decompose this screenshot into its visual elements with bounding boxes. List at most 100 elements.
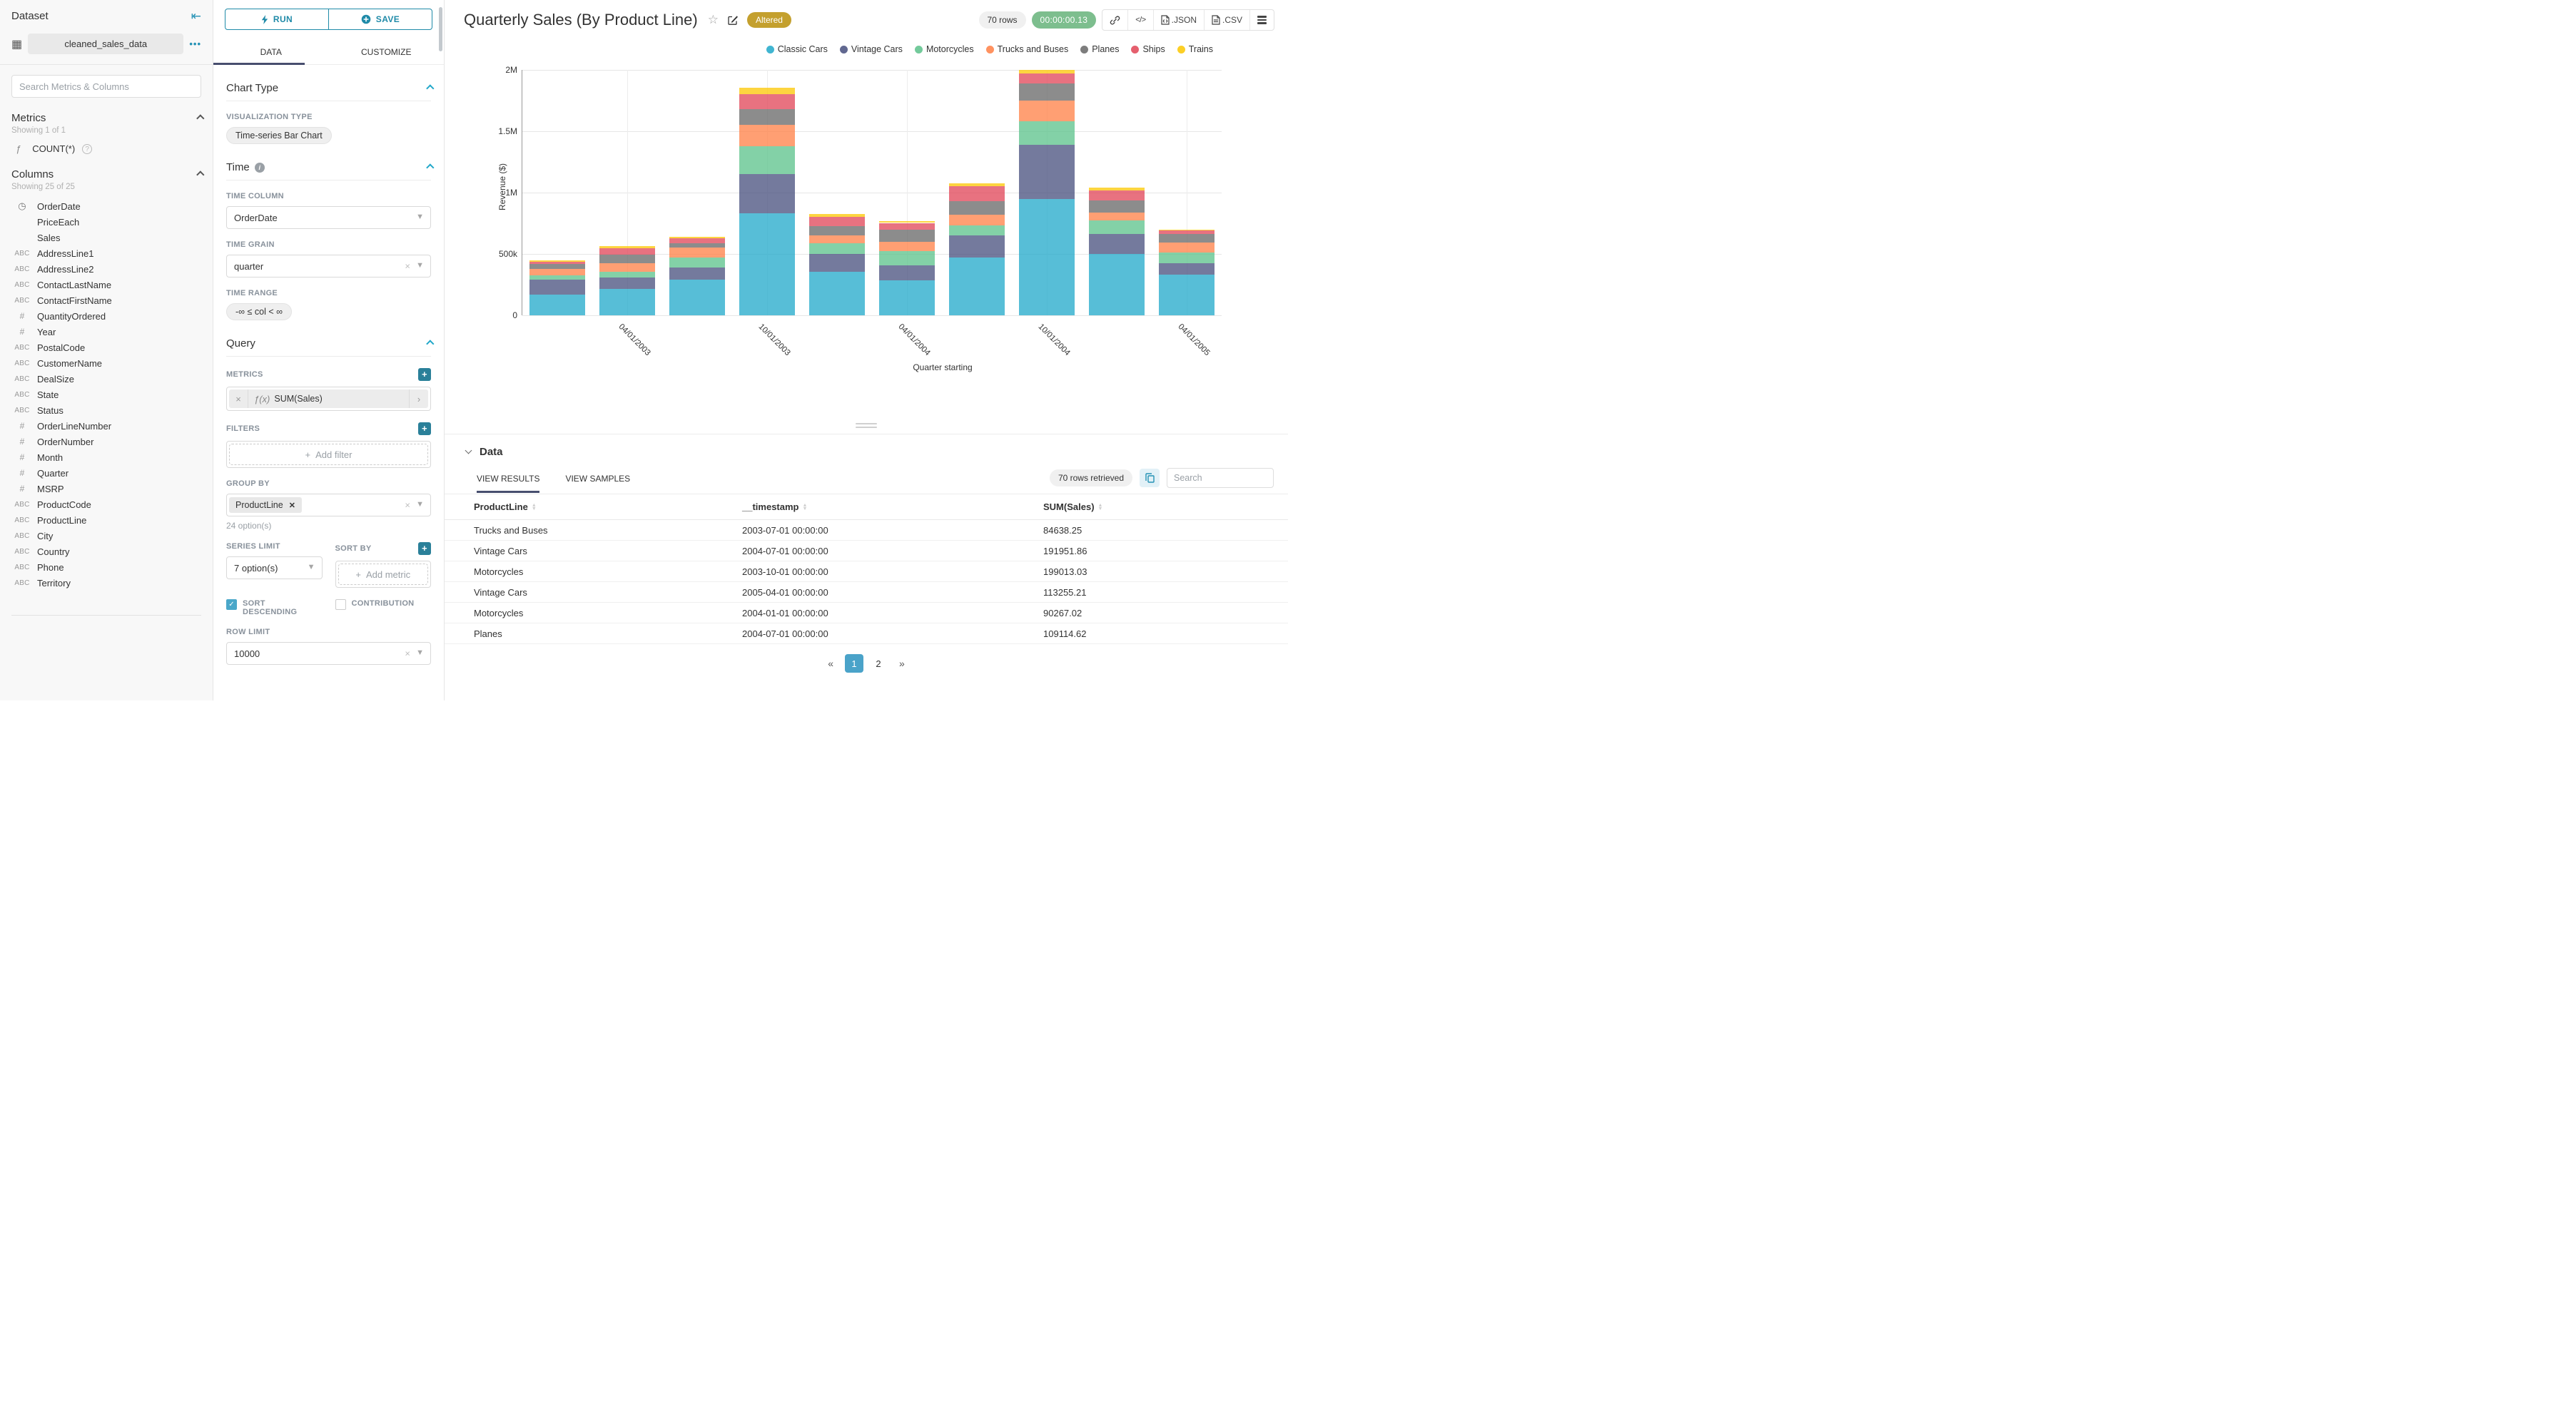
tab-view-results[interactable]: VIEW RESULTS [477,469,540,493]
copy-data-button[interactable] [1140,469,1160,487]
checkbox-checked-icon[interactable]: ✓ [226,599,237,610]
metric-pill[interactable]: × ƒ(x) SUM(Sales) › [229,389,428,408]
bar-segment[interactable] [949,235,1005,258]
add-sort-metric-dropzone[interactable]: + Add metric [338,564,428,585]
legend-item[interactable]: Classic Cars [766,44,828,54]
tab-view-samples[interactable]: VIEW SAMPLES [565,469,630,492]
pagination-page[interactable]: 1 [845,654,863,673]
bar-segment[interactable] [529,294,585,315]
tab-data[interactable]: DATA [213,41,329,65]
bar-segment[interactable] [809,254,865,272]
legend-item[interactable]: Trucks and Buses [985,44,1068,54]
collapse-panel-icon[interactable]: ⇤ [191,10,201,22]
column-item[interactable]: ◷ OrderDate [11,198,201,214]
copy-link-button[interactable] [1102,10,1127,30]
column-item[interactable]: PriceEach [11,214,201,230]
bar-segment[interactable] [1019,144,1075,200]
table-column-header[interactable]: ProductLine ▲ ▼ [474,501,742,512]
run-button[interactable]: RUN [225,9,328,29]
column-item[interactable]: # OrderLineNumber [11,418,201,434]
bar-segment[interactable] [949,258,1005,315]
bar-segment[interactable] [1089,190,1145,201]
pagination-page[interactable]: 2 [869,654,888,673]
clear-icon[interactable]: × [405,261,410,272]
clear-icon[interactable]: × [405,648,410,659]
bar-segment[interactable] [1089,200,1145,213]
column-item[interactable]: ABC State [11,387,201,402]
save-button[interactable]: SAVE [328,9,432,29]
column-item[interactable]: # Quarter [11,465,201,481]
remove-tag-icon[interactable]: ✕ [289,501,295,510]
panel-resize-handle[interactable] [856,421,877,430]
bar-segment[interactable] [1159,253,1215,263]
collapse-data-icon[interactable] [465,447,472,454]
time-column-select[interactable]: OrderDate ▼ [226,206,431,229]
bar-segment[interactable] [1089,254,1145,315]
bar-segment[interactable] [1089,212,1145,220]
bar-segment[interactable] [739,146,795,175]
tab-customize[interactable]: CUSTOMIZE [329,41,445,64]
bar-segment[interactable] [739,94,795,110]
search-metrics-columns-input[interactable] [11,75,201,98]
column-item[interactable]: # QuantityOrdered [11,308,201,324]
bar-segment[interactable] [599,272,655,277]
bar-segment[interactable] [879,242,935,251]
more-menu-button[interactable] [1249,10,1274,30]
chevron-right-icon[interactable]: › [410,394,428,404]
metric-item-count[interactable]: ƒ COUNT(*) ? [11,143,201,154]
column-item[interactable]: # MSRP [11,481,201,496]
bar-segment[interactable] [1089,233,1145,254]
column-item[interactable]: ABC PostalCode [11,340,201,355]
chevron-up-icon[interactable] [426,339,435,348]
column-item[interactable]: ABC Country [11,544,201,559]
row-limit-select[interactable]: 10000 × ▼ [226,642,431,665]
chevron-up-icon[interactable] [196,113,205,123]
bar-segment[interactable] [599,246,655,248]
legend-item[interactable]: Ships [1131,44,1165,54]
bar-segment[interactable] [1019,83,1075,101]
data-search-input[interactable] [1167,468,1274,488]
bar-segment[interactable] [879,220,935,223]
column-item[interactable]: ABC Status [11,402,201,418]
bar-segment[interactable] [1019,70,1075,74]
chevron-up-icon[interactable] [426,83,435,93]
legend-item[interactable]: Motorcycles [914,44,974,54]
column-item[interactable]: ABC City [11,528,201,544]
group-by-tag[interactable]: ProductLine ✕ [229,497,302,513]
export-json-button[interactable]: .JSON [1152,10,1204,30]
bar-segment[interactable] [1019,199,1075,315]
visualization-type-value[interactable]: Time-series Bar Chart [226,127,332,144]
bar-segment[interactable] [669,258,725,268]
bar-segment[interactable] [739,87,795,95]
bar-segment[interactable] [739,109,795,126]
bar-segment[interactable] [1089,188,1145,190]
bar-segment[interactable] [1019,121,1075,145]
clear-icon[interactable]: × [405,500,410,511]
bar-segment[interactable] [1159,230,1215,234]
bar-segment[interactable] [1019,73,1075,83]
bar-segment[interactable] [529,280,585,295]
bar-segment[interactable] [1159,233,1215,243]
bar-segment[interactable] [739,213,795,315]
bar-segment[interactable] [949,214,1005,226]
bar-segment[interactable] [809,243,865,254]
add-metric-button[interactable]: + [418,368,431,381]
legend-item[interactable]: Vintage Cars [839,44,903,54]
table-column-header[interactable]: SUM(Sales) ▲ ▼ [1043,501,1288,512]
bar-segment[interactable] [529,261,585,265]
add-filter-dropzone[interactable]: + Add filter [229,444,428,465]
bar-segment[interactable] [669,280,725,315]
bar-segment[interactable] [669,238,725,244]
bar-segment[interactable] [599,255,655,263]
column-item[interactable]: # Month [11,449,201,465]
column-item[interactable]: ABC CustomerName [11,355,201,371]
group-by-select[interactable]: ProductLine ✕ × ▼ [226,494,431,516]
column-item[interactable]: ABC ProductLine [11,512,201,528]
legend-item[interactable]: Trains [1177,44,1213,54]
bar-segment[interactable] [529,264,585,269]
bar-segment[interactable] [669,243,725,248]
bar-segment[interactable] [879,280,935,315]
bar-segment[interactable] [809,214,865,218]
bar-segment[interactable] [529,275,585,280]
bar-segment[interactable] [879,250,935,265]
